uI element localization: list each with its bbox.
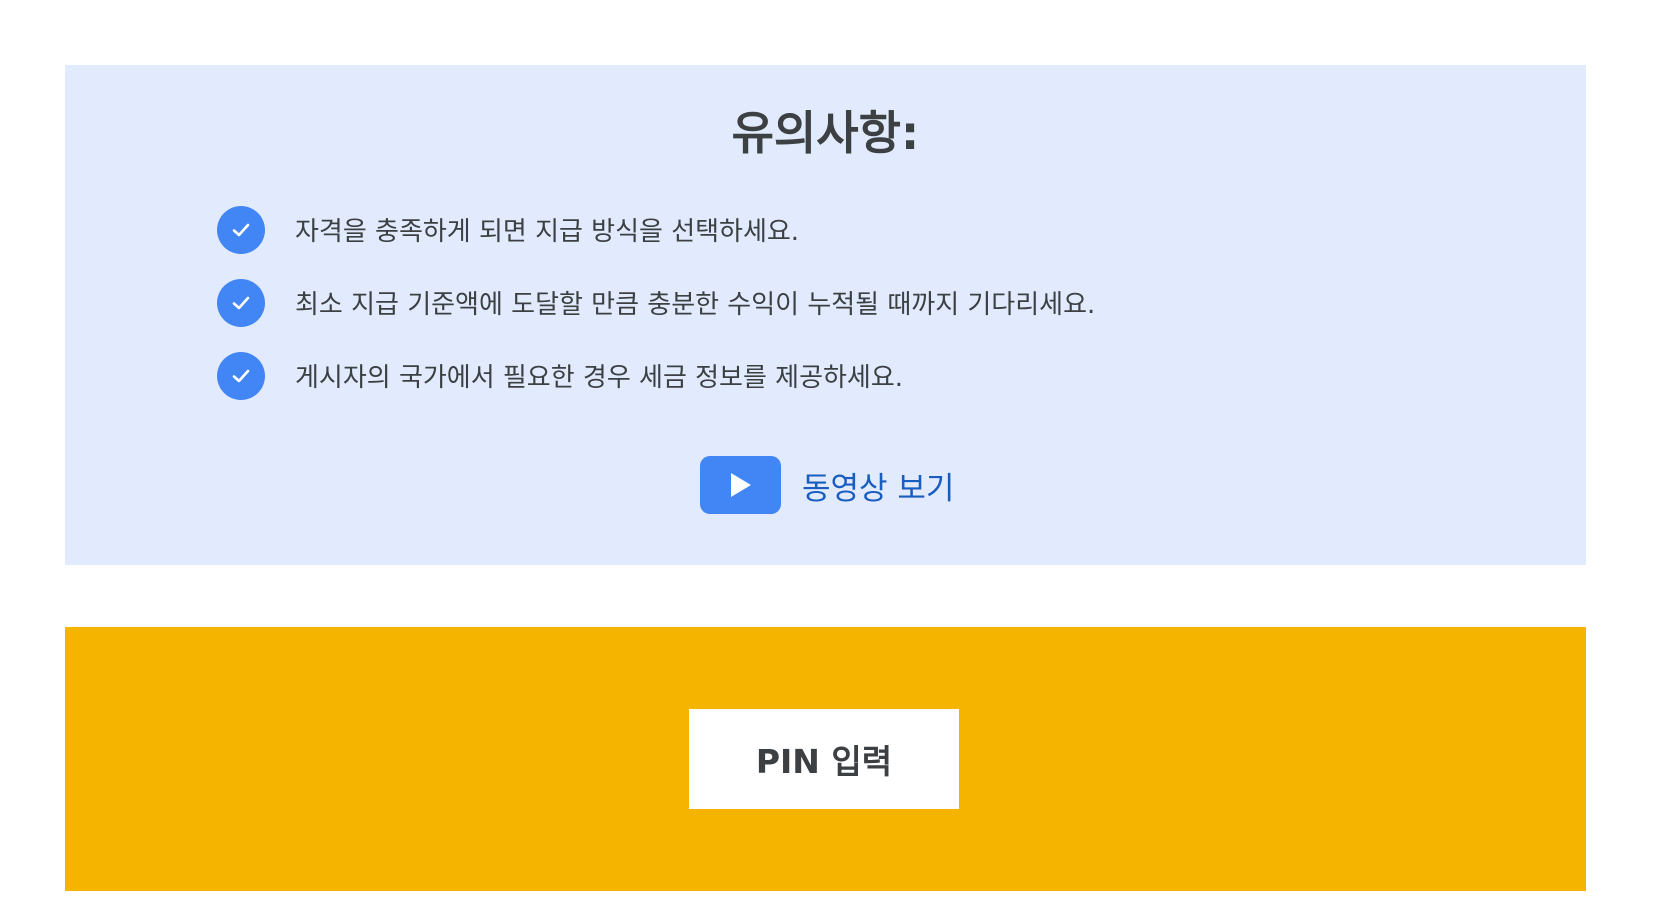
watch-video-label[interactable]: 동영상 보기 (802, 463, 954, 508)
list-item: 자격을 충족하게 되면 지급 방식을 선택하세요. (217, 193, 1095, 266)
check-icon (217, 205, 265, 254)
list-item-text: 최소 지급 기준액에 도달할 만큼 충분한 수익이 누적될 때까지 기다리세요. (295, 290, 1096, 320)
notes-checklist: 자격을 충족하게 되면 지급 방식을 선택하세요. 최소 지급 기준액에 도달할… (217, 193, 1095, 412)
list-item-text: 자격을 충족하게 되면 지급 방식을 선택하세요. (295, 217, 800, 247)
pin-panel: PIN 입력 (65, 627, 1586, 891)
check-icon (217, 351, 265, 400)
notes-title: 유의사항: (731, 106, 920, 160)
list-item-text: 게시자의 국가에서 필요한 경우 세금 정보를 제공하세요. (295, 363, 904, 393)
list-item: 게시자의 국가에서 필요한 경우 세금 정보를 제공하세요. (217, 339, 1095, 412)
list-item: 최소 지급 기준액에 도달할 만큼 충분한 수익이 누적될 때까지 기다리세요. (217, 266, 1095, 339)
enter-pin-button[interactable]: PIN 입력 (689, 709, 959, 809)
watch-video-link[interactable]: 동영상 보기 (700, 456, 954, 514)
play-icon[interactable] (700, 456, 781, 514)
notes-panel: 유의사항: 자격을 충족하게 되면 지급 방식을 선택하세요. 최소 지급 기준… (65, 65, 1586, 565)
check-icon (217, 278, 265, 327)
